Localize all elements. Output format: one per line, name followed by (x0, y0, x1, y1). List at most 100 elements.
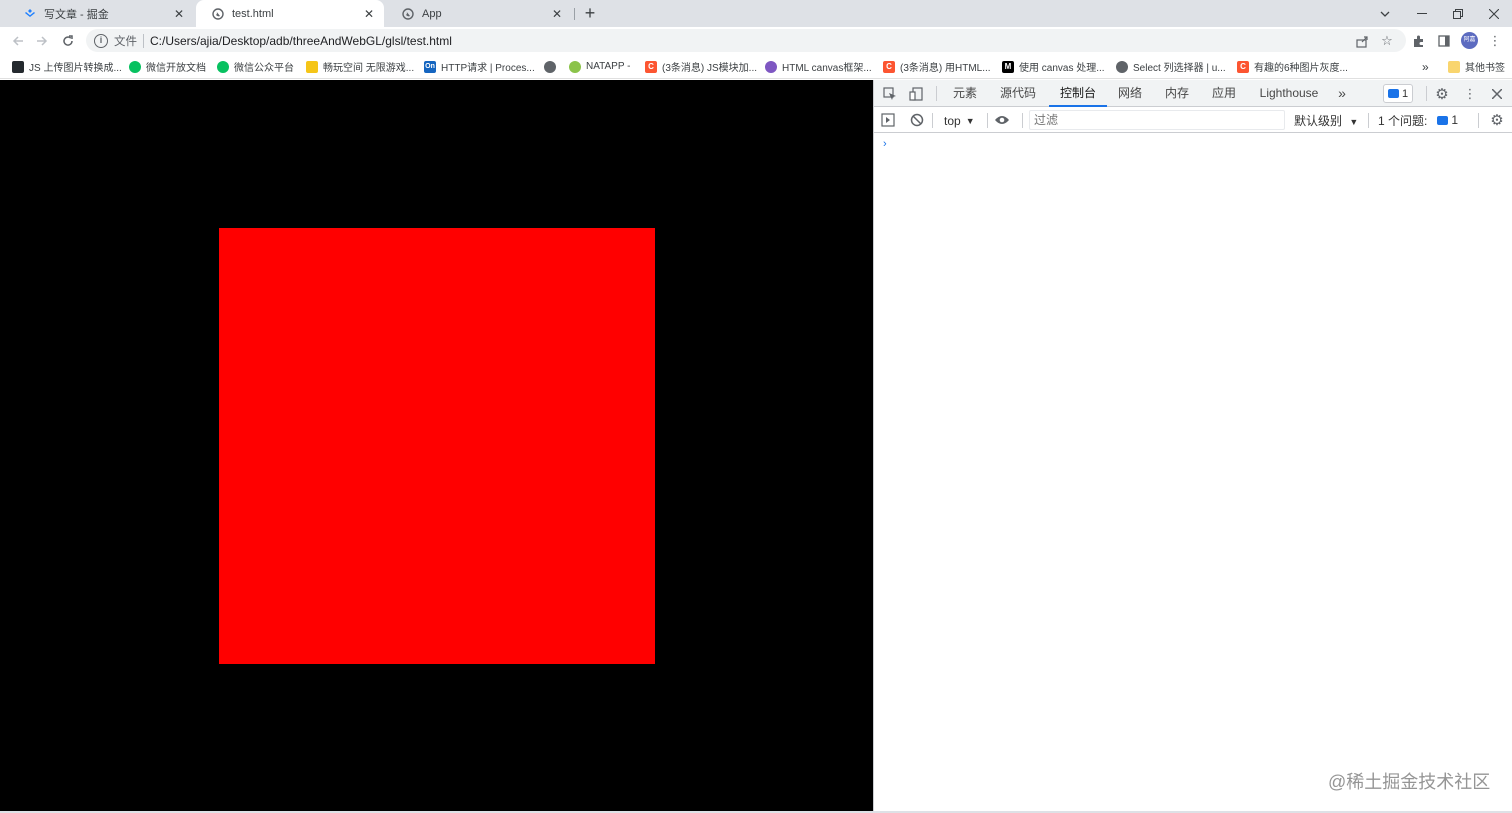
bookmark-item[interactable]: 微信开放文档 (129, 58, 206, 75)
bookmarks-bar: JS 上传图片转换成... 微信开放文档 微信公众平台 畅玩空间 无限游戏...… (0, 54, 1512, 79)
toolbar-divider (936, 86, 937, 101)
tab-memory[interactable]: 内存 (1162, 80, 1192, 107)
mdn-icon: M (1002, 60, 1014, 73)
devtools-panel: 元素 源代码 控制台 网络 内存 应用 Lighthouse » 1 ⚙ ⋮ t… (873, 80, 1512, 813)
context-select[interactable]: top ▼ (944, 112, 975, 129)
bookmark-item[interactable]: On HTTP请求 | Proces... (424, 58, 535, 75)
bookmark-item[interactable]: C (3条消息) JS模块加... (645, 58, 757, 75)
side-panel-icon[interactable] (1434, 31, 1454, 51)
tab-elements[interactable]: 元素 (948, 80, 982, 107)
tab-app[interactable]: App ✕ (386, 0, 572, 27)
bookmarks-overflow-button[interactable]: » (1422, 58, 1429, 75)
forward-button[interactable] (32, 31, 52, 51)
globe-icon (212, 7, 224, 20)
bookmark-item[interactable]: HTML canvas框架... (765, 58, 872, 75)
message-icon (1437, 115, 1449, 125)
settings-icon[interactable]: ⚙ (1432, 84, 1452, 104)
console-prompt[interactable]: › (883, 138, 887, 150)
tab-test-html[interactable]: test.html ✕ (196, 0, 384, 27)
tab-strip: 写文章 - 掘金 ✕ test.html ✕ App ✕ + (0, 0, 1512, 27)
issues-button[interactable]: 1 个问题: 1 (1378, 110, 1458, 130)
more-tabs-button[interactable]: » (1332, 80, 1352, 107)
canvas-icon (765, 60, 777, 73)
info-icon[interactable]: i (94, 33, 108, 48)
tab-lighthouse[interactable]: Lighthouse (1257, 80, 1321, 107)
issues-counter[interactable]: 1 (1383, 84, 1414, 103)
tab-search-button[interactable] (1367, 0, 1403, 27)
menu-icon[interactable]: ⋮ (1485, 31, 1505, 51)
reload-button[interactable] (58, 31, 78, 51)
url-text[interactable]: C:/Users/ajia/Desktop/adb/threeAndWebGL/… (150, 34, 452, 48)
new-tab-button[interactable]: + (580, 3, 600, 23)
tab-application[interactable]: 应用 (1209, 80, 1239, 107)
close-icon[interactable]: ✕ (550, 7, 564, 21)
dropdown-arrow-icon: ▼ (1349, 117, 1359, 127)
tab-juejin[interactable]: 写文章 - 掘金 ✕ (8, 0, 194, 27)
toolbar-divider (987, 113, 988, 128)
close-devtools-icon[interactable] (1487, 84, 1507, 104)
bookmark-item[interactable] (544, 58, 561, 75)
bookmark-label: HTTP请求 | Proces... (441, 63, 535, 74)
inspect-element-icon[interactable] (880, 84, 900, 104)
csdn-icon: C (645, 60, 657, 73)
bookmark-label: 其他书签 (1465, 63, 1505, 74)
wechat-icon (217, 60, 229, 73)
tab-console[interactable]: 控制台 (1049, 80, 1107, 107)
tab-title: test.html (232, 7, 274, 20)
more-options-icon[interactable]: ⋮ (1460, 84, 1480, 104)
page-canvas[interactable] (0, 80, 873, 813)
toolbar-divider (1426, 86, 1427, 101)
console-filter-input[interactable] (1029, 110, 1285, 130)
tab-sources[interactable]: 源代码 (995, 80, 1041, 107)
wechat-icon (129, 60, 141, 73)
sidebar-toggle-icon[interactable] (878, 110, 898, 130)
bookmark-label: NATAPP - (586, 61, 631, 72)
address-bar[interactable]: i 文件 C:/Users/ajia/Desktop/adb/threeAndW… (86, 29, 1406, 52)
toolbar-divider (1478, 113, 1479, 128)
share-icon[interactable] (1352, 31, 1372, 51)
toolbar-divider (1368, 113, 1369, 128)
browser-toolbar: i 文件 C:/Users/ajia/Desktop/adb/threeAndW… (0, 27, 1512, 54)
bookmark-item[interactable]: Select 列选择器 | u... (1116, 58, 1226, 75)
bookmark-star-icon[interactable]: ☆ (1377, 31, 1397, 51)
profile-avatar[interactable]: 阿嘉 (1461, 32, 1478, 49)
tab-title: App (422, 7, 442, 20)
log-level-select[interactable]: 默认级别 ▼ (1294, 112, 1358, 129)
message-icon (1388, 89, 1399, 98)
bookmark-label: 畅玩空间 无限游戏... (323, 63, 415, 74)
context-value: top (944, 113, 961, 128)
tab-network[interactable]: 网络 (1115, 80, 1145, 107)
bookmark-item[interactable]: 微信公众平台 (217, 58, 294, 75)
bookmark-item[interactable]: C 有趣的6种图片灰度... (1237, 58, 1348, 75)
game-icon (306, 60, 318, 73)
device-toolbar-icon[interactable] (906, 84, 926, 104)
bookmark-label: (3条消息) 用HTML... (900, 63, 991, 74)
github-icon (12, 60, 24, 73)
bookmark-item[interactable]: NATAPP - (569, 58, 630, 75)
extensions-icon[interactable] (1408, 31, 1428, 51)
clear-console-icon[interactable] (907, 110, 927, 130)
globe-icon (402, 7, 414, 20)
close-icon[interactable]: ✕ (172, 7, 186, 21)
bookmark-item[interactable]: C (3条消息) 用HTML... (883, 58, 991, 75)
bookmark-item[interactable]: JS 上传图片转换成... (12, 58, 122, 75)
on-icon: On (424, 60, 436, 73)
devtools-tabbar: 元素 源代码 控制台 网络 内存 应用 Lighthouse » 1 ⚙ ⋮ (874, 80, 1512, 107)
globe-icon (1116, 60, 1128, 73)
console-settings-icon[interactable]: ⚙ (1487, 110, 1507, 130)
minimize-button[interactable] (1404, 0, 1440, 27)
bookmark-item[interactable]: M 使用 canvas 处理... (1002, 58, 1105, 75)
tab-title: 写文章 - 掘金 (44, 8, 109, 21)
level-value: 默认级别 (1294, 114, 1343, 128)
bookmark-item[interactable]: 畅玩空间 无限游戏... (306, 58, 414, 75)
restore-button[interactable] (1440, 0, 1476, 27)
toolbar-divider (1022, 113, 1023, 128)
close-window-button[interactable] (1476, 0, 1512, 27)
close-icon[interactable]: ✕ (362, 7, 376, 21)
bookmark-label: HTML canvas框架... (782, 63, 872, 74)
globe-icon (544, 60, 556, 73)
other-bookmarks[interactable]: 其他书签 (1448, 58, 1505, 75)
csdn-icon: C (1237, 60, 1249, 73)
live-expression-eye-icon[interactable] (992, 110, 1012, 130)
back-button[interactable] (8, 31, 28, 51)
